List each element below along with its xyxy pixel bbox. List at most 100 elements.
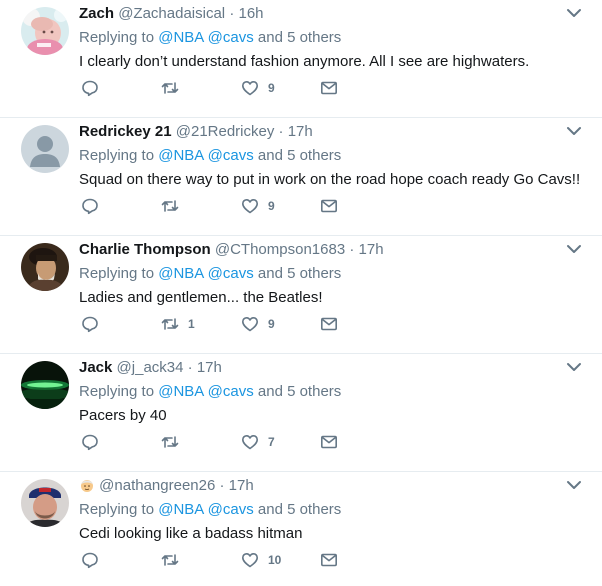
reply-button[interactable]: [81, 78, 108, 98]
timestamp[interactable]: 17h: [229, 477, 254, 494]
heart-icon: [242, 435, 258, 450]
direct-message-button[interactable]: [320, 314, 338, 334]
retweet-button[interactable]: [161, 78, 188, 98]
reply-icon: [82, 80, 98, 97]
tweet-header: @nathangreen26 · 17h: [79, 477, 254, 495]
heart-icon: [242, 553, 258, 568]
like-count: 9: [268, 199, 275, 213]
chevron-down-icon[interactable]: [566, 7, 582, 19]
mention-link[interactable]: @cavs: [208, 147, 254, 164]
heart-icon: [242, 199, 258, 214]
direct-message-button[interactable]: [320, 196, 338, 216]
replying-suffix[interactable]: and 5 others: [258, 383, 341, 400]
chevron-down-icon[interactable]: [566, 361, 582, 373]
tweet-header: Redrickey 21 @21Redrickey · 17h: [79, 123, 313, 141]
replying-suffix[interactable]: and 5 others: [258, 265, 341, 282]
tweet-card[interactable]: Zach @Zachadaisical · 16h Replying to @N…: [0, 0, 602, 118]
like-button[interactable]: 9: [241, 314, 275, 334]
mention-link[interactable]: @NBA: [158, 147, 203, 164]
tweet-text: Ladies and gentlemen... the Beatles!: [79, 289, 323, 306]
chevron-down-icon[interactable]: [566, 125, 582, 137]
avatar[interactable]: [21, 243, 69, 291]
tweet-text: Pacers by 40: [79, 407, 167, 424]
mention-link[interactable]: @cavs: [208, 265, 254, 282]
like-count: 9: [268, 81, 275, 95]
timestamp[interactable]: 17h: [359, 241, 384, 258]
tweet-actions: 7: [79, 432, 379, 452]
tweet-header: Zach @Zachadaisical · 16h: [79, 5, 264, 23]
replying-suffix[interactable]: and 5 others: [258, 501, 341, 518]
envelope-icon: [320, 435, 337, 449]
green-aurora-avatar: [21, 361, 69, 409]
retweet-icon: [161, 200, 179, 212]
direct-message-button[interactable]: [320, 78, 338, 98]
reply-icon: [82, 434, 98, 451]
avatar[interactable]: [21, 7, 69, 55]
user-handle[interactable]: @j_ack34: [117, 359, 184, 376]
envelope-icon: [320, 317, 337, 331]
user-handle[interactable]: @Zachadaisical: [118, 5, 225, 22]
tweet-card[interactable]: @nathangreen26 · 17h Replying to @NBA @c…: [0, 472, 602, 586]
avatar[interactable]: [21, 125, 69, 173]
reply-icon: [82, 198, 98, 215]
replying-prefix: Replying to: [79, 147, 155, 164]
mention-link[interactable]: @NBA: [158, 265, 203, 282]
user-handle[interactable]: @nathangreen26: [99, 477, 215, 494]
reply-button[interactable]: [81, 314, 108, 334]
tweet-text: Cedi looking like a badass hitman: [79, 525, 303, 542]
tweet-card[interactable]: Jack @j_ack34 · 17h Replying to @NBA @ca…: [0, 354, 602, 472]
retweet-icon: [161, 318, 179, 330]
mention-link[interactable]: @NBA: [158, 383, 203, 400]
tweet-header: Jack @j_ack34 · 17h: [79, 359, 222, 377]
tweet-actions: 1 9: [79, 314, 379, 334]
avatar[interactable]: [21, 479, 69, 527]
user-handle[interactable]: @CThompson1683: [215, 241, 345, 258]
timestamp[interactable]: 16h: [238, 5, 263, 22]
chevron-down-icon[interactable]: [566, 479, 582, 491]
baby-photo-avatar: [21, 7, 69, 55]
retweet-icon: [161, 436, 179, 448]
display-name[interactable]: Redrickey 21: [79, 123, 172, 140]
mention-link[interactable]: @NBA: [158, 29, 203, 46]
replying-to-line: Replying to @NBA @cavs and 5 others: [79, 147, 341, 165]
default-profile-avatar: [21, 125, 69, 173]
retweet-button[interactable]: [161, 196, 188, 216]
reply-button[interactable]: [81, 196, 108, 216]
replying-to-line: Replying to @NBA @cavs and 5 others: [79, 29, 341, 47]
replying-to-line: Replying to @NBA @cavs and 5 others: [79, 501, 341, 519]
like-button[interactable]: 9: [241, 78, 275, 98]
like-button[interactable]: 9: [241, 196, 275, 216]
display-name[interactable]: Jack: [79, 359, 112, 376]
tweet-card[interactable]: Charlie Thompson @CThompson1683 · 17h Re…: [0, 236, 602, 354]
reply-button[interactable]: [81, 432, 108, 452]
display-name[interactable]: Zach: [79, 5, 114, 22]
mention-link[interactable]: @cavs: [208, 383, 254, 400]
reply-button[interactable]: [81, 550, 108, 570]
replying-suffix[interactable]: and 5 others: [258, 29, 341, 46]
like-button[interactable]: 10: [241, 550, 281, 570]
mention-link[interactable]: @NBA: [158, 501, 203, 518]
user-handle[interactable]: @21Redrickey: [176, 123, 275, 140]
tweet-actions: 9: [79, 78, 379, 98]
tweet-actions: 9: [79, 196, 379, 216]
separator-dot: ·: [278, 123, 284, 140]
retweet-button[interactable]: [161, 550, 188, 570]
like-button[interactable]: 7: [241, 432, 275, 452]
replying-suffix[interactable]: and 5 others: [258, 147, 341, 164]
mention-link[interactable]: @cavs: [208, 501, 254, 518]
direct-message-button[interactable]: [320, 432, 338, 452]
reply-icon: [82, 316, 98, 333]
replying-to-line: Replying to @NBA @cavs and 5 others: [79, 265, 341, 283]
replying-prefix: Replying to: [79, 501, 155, 518]
chevron-down-icon[interactable]: [566, 243, 582, 255]
display-name[interactable]: Charlie Thompson: [79, 241, 211, 258]
like-count: 9: [268, 317, 275, 331]
timestamp[interactable]: 17h: [288, 123, 313, 140]
mention-link[interactable]: @cavs: [208, 29, 254, 46]
tweet-card[interactable]: Redrickey 21 @21Redrickey · 17h Replying…: [0, 118, 602, 236]
retweet-button[interactable]: 1: [161, 314, 195, 334]
retweet-button[interactable]: [161, 432, 188, 452]
direct-message-button[interactable]: [320, 550, 338, 570]
avatar[interactable]: [21, 361, 69, 409]
timestamp[interactable]: 17h: [197, 359, 222, 376]
